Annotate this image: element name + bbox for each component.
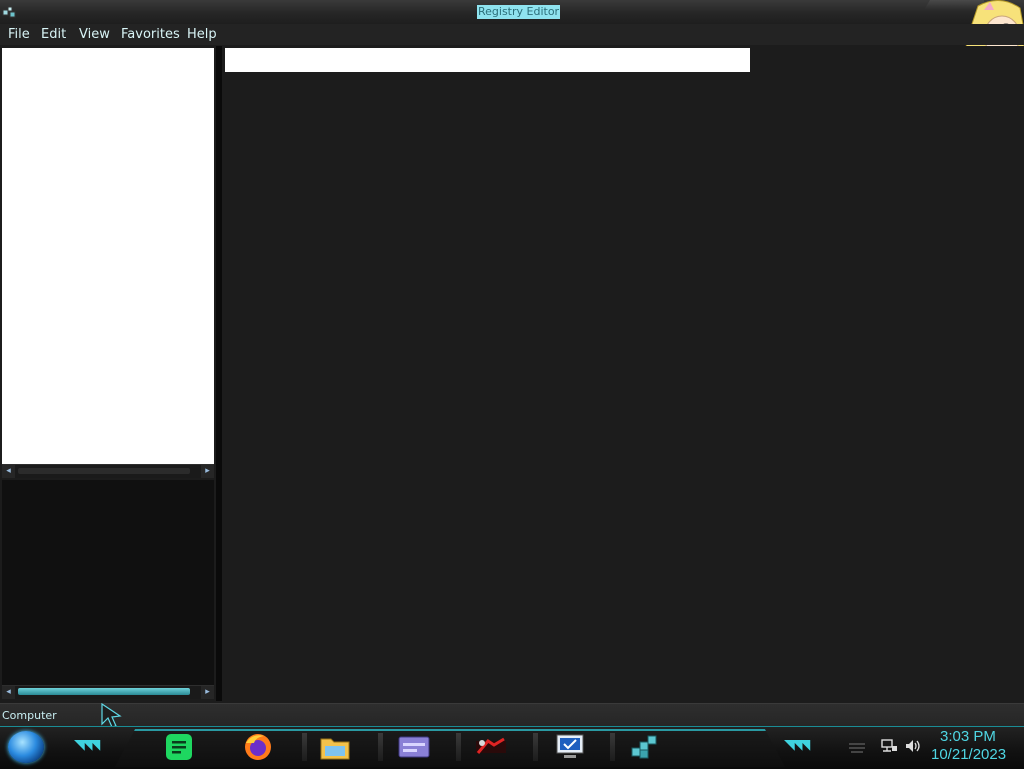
clock-date[interactable]: 10/21/2023 [931,746,1006,763]
dock-separator [533,733,538,761]
menu-edit[interactable]: Edit [41,27,66,42]
dock-separator [302,733,307,761]
media-app-icon[interactable] [474,731,508,763]
status-path: Computer [2,709,57,722]
scroll-right-arrow-icon[interactable]: ▸ [201,465,214,478]
volume-icon[interactable] [904,738,922,754]
network-icon[interactable] [880,738,898,754]
start-button[interactable] [8,731,44,763]
scroll-thumb[interactable] [18,688,190,695]
dock-separator [456,733,461,761]
show-hidden-icons-icon[interactable] [848,738,866,754]
registry-app-icon[interactable] [2,4,16,18]
clock-time[interactable]: 3:03 PM [940,728,996,745]
file-explorer-icon[interactable] [318,731,352,763]
scroll-track[interactable] [18,468,190,474]
dock-separator [378,733,383,761]
scroll-left-arrow-icon[interactable]: ◂ [2,686,15,699]
menu-view[interactable]: View [79,27,110,42]
taskbar-left-chevron-icon: ◥◥◥ [74,737,100,753]
firefox-icon[interactable] [241,731,275,763]
tree-pane-empty-area [2,480,214,685]
notes-app-icon[interactable] [162,731,196,763]
lower-horizontal-scrollbar[interactable]: ◂ ▸ [2,685,214,699]
title-bar[interactable]: Registry Editor [0,0,1024,25]
scroll-right-arrow-icon[interactable]: ▸ [201,686,214,699]
dock-separator [610,733,615,761]
values-column-header[interactable] [225,48,750,72]
menu-bar: File Edit View Favorites Help [0,24,1024,45]
scroll-left-arrow-icon[interactable]: ◂ [2,465,15,478]
registry-editor-icon[interactable] [628,731,662,763]
registry-values-pane[interactable] [222,46,1024,701]
taskbar-dock [115,729,785,767]
taskbar-right-chevron-icon: ◥◥◥ [784,737,810,753]
menu-help[interactable]: Help [187,27,217,42]
mouse-cursor-icon [101,702,122,728]
tree-horizontal-scrollbar[interactable]: ◂ ▸ [2,464,214,478]
remote-desktop-icon[interactable] [553,731,587,763]
window-title: Registry Editor [477,5,561,19]
registry-tree-pane[interactable] [2,48,214,464]
menu-favorites[interactable]: Favorites [121,27,180,42]
control-panel-icon[interactable] [397,731,431,763]
status-bar: Computer [0,703,1024,726]
menu-file[interactable]: File [8,27,30,42]
